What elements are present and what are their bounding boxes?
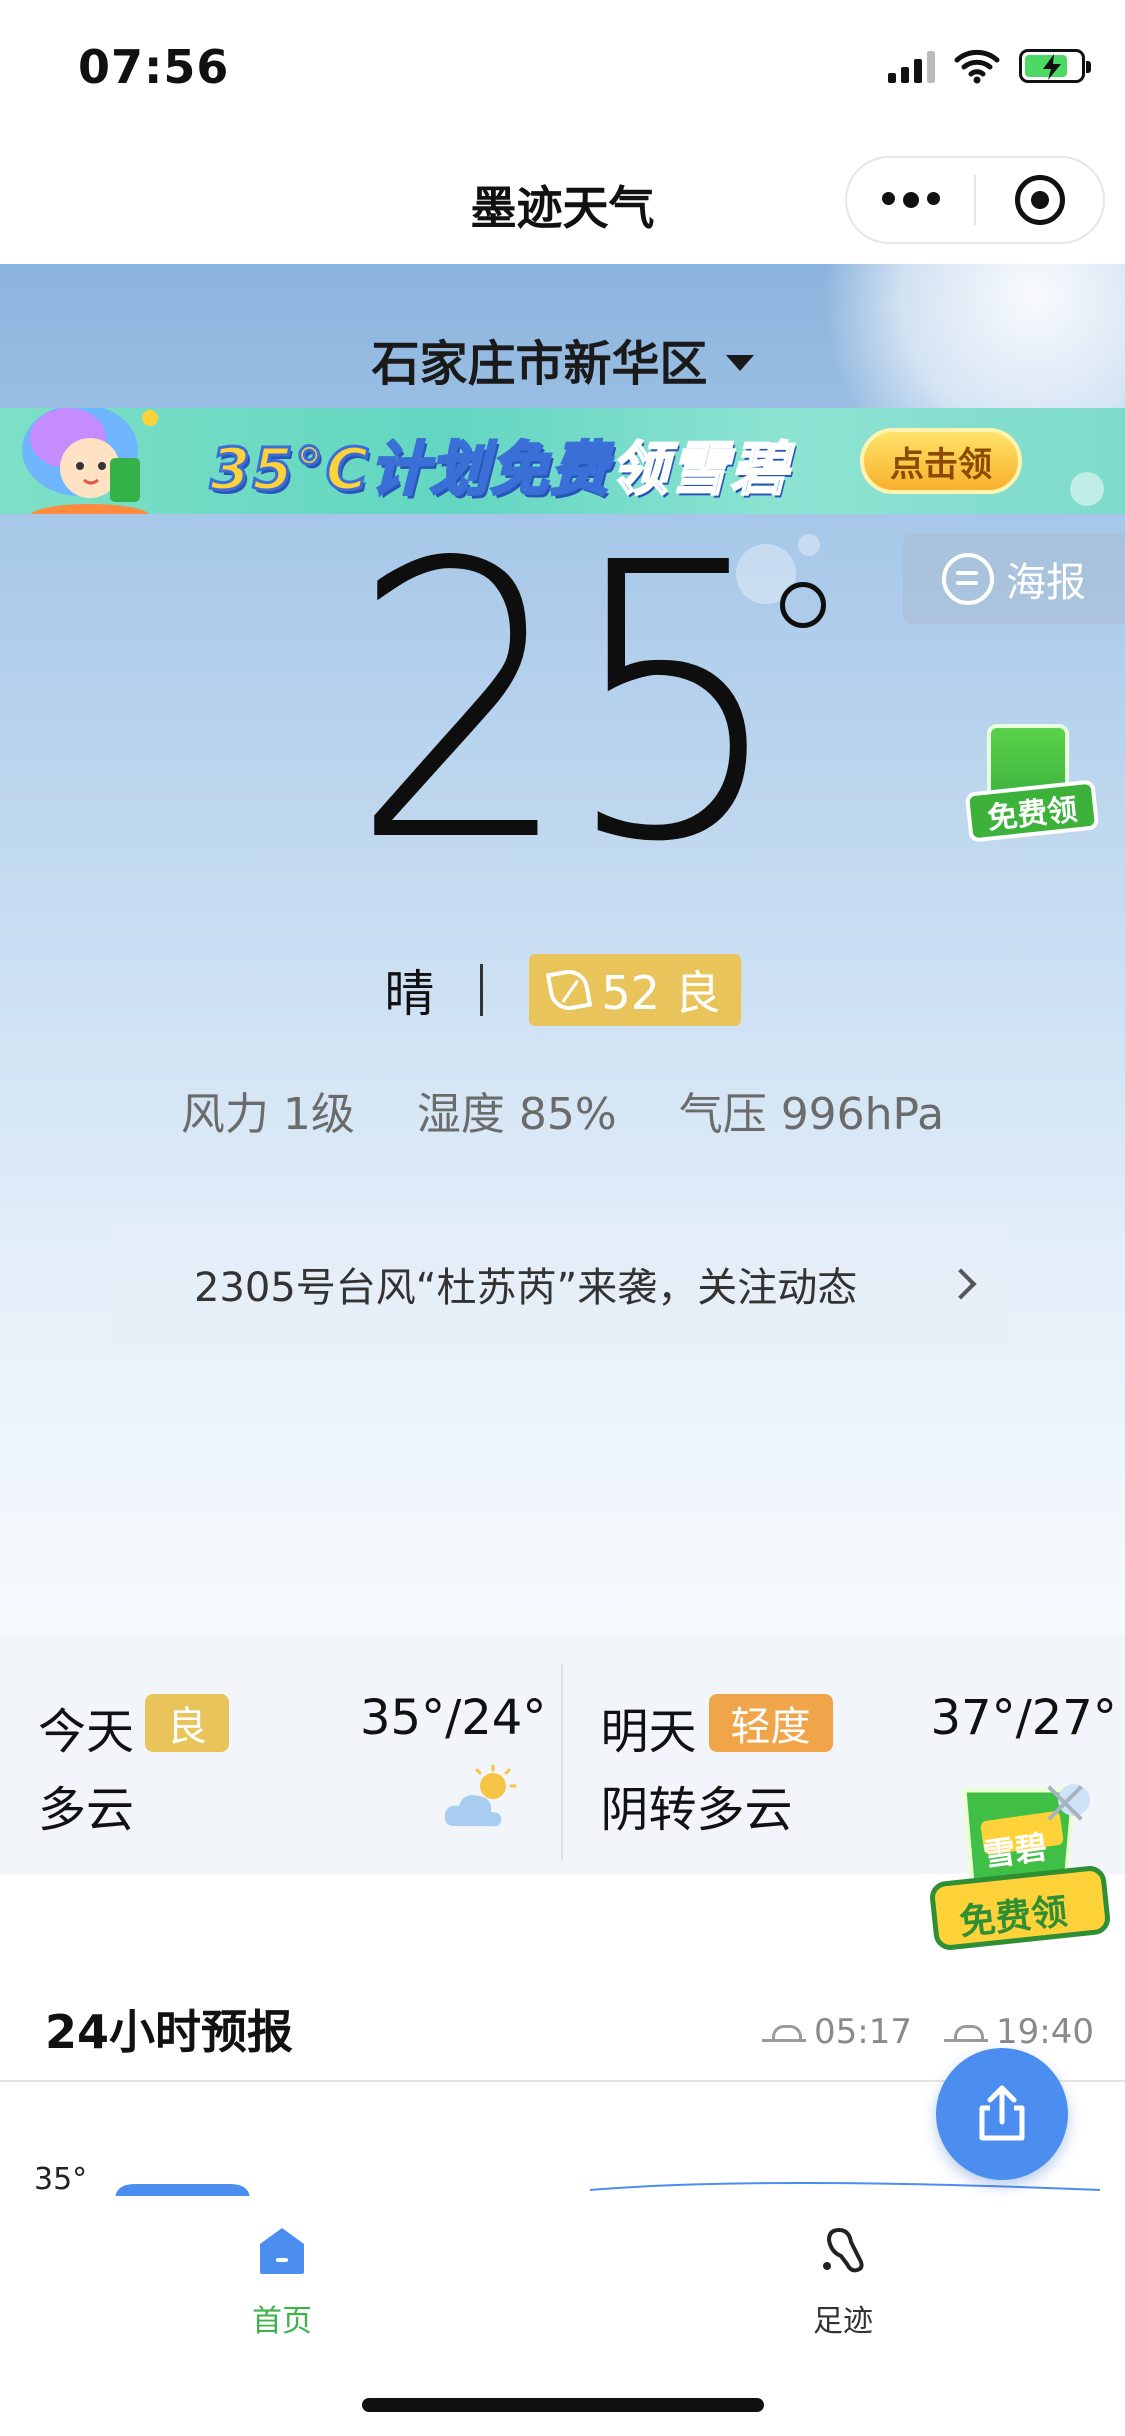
free-drink-label: 免费领 [964, 779, 1100, 843]
navigation-bar: 墨迹天气 [0, 132, 1125, 264]
condition-row: 晴 52 良 [0, 954, 1125, 1026]
status-time: 07:56 [78, 40, 230, 94]
status-icons [888, 48, 1091, 84]
day-name: 今天 [38, 1704, 135, 1760]
pressure-metric: 气压 996hPa [678, 1089, 945, 1140]
tab-bar: 首页 足迹 [0, 2196, 1125, 2436]
home-indicator [362, 2398, 764, 2412]
wind-metric: 风力 1级 [180, 1089, 355, 1140]
cartoon-character-icon [22, 408, 158, 514]
day-temperature: 35°/24° [360, 1690, 547, 1746]
hourly-forecast-header: 24小时预报 05:17 19:40 [0, 1960, 1125, 2080]
hourly-temp-curve [589, 2182, 1101, 2191]
aqi-day-badge: 轻度 [708, 1694, 833, 1752]
caret-down-icon [725, 355, 754, 371]
tab-footprint[interactable]: 足迹 [763, 2222, 923, 2340]
promo-claim-button[interactable]: 点击领 [860, 428, 1022, 494]
cellular-signal-icon [888, 49, 935, 83]
humidity-metric: 湿度 85% [416, 1089, 617, 1140]
alert-text: 2305号台风“杜苏芮”来袭，关注动态 [194, 1265, 858, 1311]
poster-button[interactable]: 海报 [903, 534, 1125, 624]
aqi-badge[interactable]: 52 良 [529, 954, 741, 1026]
status-bar: 07:56 [0, 0, 1125, 132]
free-drink-float[interactable]: 免费领 [964, 714, 1100, 864]
tab-home[interactable]: 首页 [202, 2222, 362, 2340]
location-name: 石家庄市新华区 [371, 336, 708, 392]
more-icon[interactable] [847, 192, 974, 208]
chevron-right-icon [945, 1268, 977, 1300]
current-temperature: 25 [350, 482, 786, 925]
miniprogram-capsule [845, 156, 1105, 244]
aqi-value: 52 良 [601, 966, 721, 1020]
target-icon [1014, 175, 1065, 225]
sunrise-icon [762, 2017, 806, 2047]
hourly-chart [115, 2182, 1101, 2200]
weather-metrics: 风力 1级 湿度 85% 气压 996hPa [0, 1078, 1125, 1142]
share-icon [979, 2085, 1025, 2141]
sunset-icon [944, 2017, 988, 2047]
leaf-icon [546, 966, 593, 1014]
decor-bubble [798, 534, 820, 556]
close-miniprogram-button[interactable] [976, 175, 1103, 225]
wifi-icon [954, 49, 1000, 84]
tab-home-label: 首页 [252, 2304, 312, 2339]
hourly-forecast-title: 24小时预报 [45, 2005, 294, 2059]
footprint-icon [823, 2228, 864, 2273]
day-condition: 阴转多云 [600, 1782, 793, 1838]
weather-condition: 晴 [384, 965, 435, 1023]
day-temperature: 37°/27° [930, 1690, 1117, 1746]
weather-hero: 石家庄市新华区 35°C计划免费领雪碧 点击领 海报 25 免费领 晴 52 良… [0, 264, 1125, 1634]
decor-bubble [1070, 472, 1104, 506]
location-selector[interactable]: 石家庄市新华区 [0, 324, 1125, 394]
tab-footprint-label: 足迹 [813, 2304, 873, 2339]
battery-icon [1019, 49, 1091, 83]
day-condition: 多云 [38, 1782, 135, 1838]
condition-divider [480, 964, 484, 1016]
typhoon-alert-bar[interactable]: 2305号台风“杜苏芮”来袭，关注动态 [110, 1224, 1010, 1344]
poster-label: 海报 [1006, 560, 1086, 606]
today-card[interactable]: 今天 良 35°/24° 多云 [0, 1634, 563, 1874]
cloud-sun-icon [444, 1764, 516, 1827]
sunset-time: 19:40 [944, 2012, 1094, 2052]
poster-icon [942, 553, 994, 605]
home-icon [260, 2228, 304, 2274]
degree-icon [780, 582, 826, 628]
sunrise-time: 05:17 [762, 2012, 912, 2052]
day-name: 明天 [600, 1704, 697, 1760]
aqi-day-badge: 良 [145, 1694, 229, 1752]
share-button[interactable] [936, 2048, 1068, 2180]
